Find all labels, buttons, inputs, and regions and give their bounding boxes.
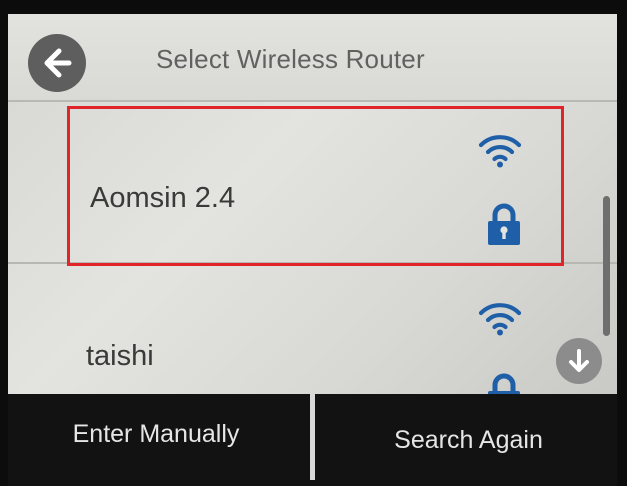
page-title: Select Wireless Router [156,44,425,74]
back-arrow-icon [44,48,72,78]
selection-highlight [67,106,564,266]
bezel-left [0,0,8,486]
network-ssid: taishi [86,340,154,372]
back-button[interactable] [28,34,86,92]
display-panel: Select Wireless Router Aomsin 2.4 taishi [8,14,617,398]
enter-manually-button[interactable]: Enter Manually [8,394,304,480]
search-again-button[interactable]: Search Again [320,394,617,480]
header-bar: Select Wireless Router [8,14,617,102]
bezel-right [617,0,627,486]
arrow-down-icon [569,349,589,372]
footer-divider [310,394,315,480]
network-row-taishi[interactable]: taishi [8,264,617,398]
scroll-down-button[interactable] [556,338,602,384]
scrollbar-thumb[interactable] [603,196,610,336]
footer-bar: Enter Manually Search Again [8,394,617,480]
wifi-icon [478,303,522,336]
printer-screen: Select Wireless Router Aomsin 2.4 taishi [0,0,627,486]
